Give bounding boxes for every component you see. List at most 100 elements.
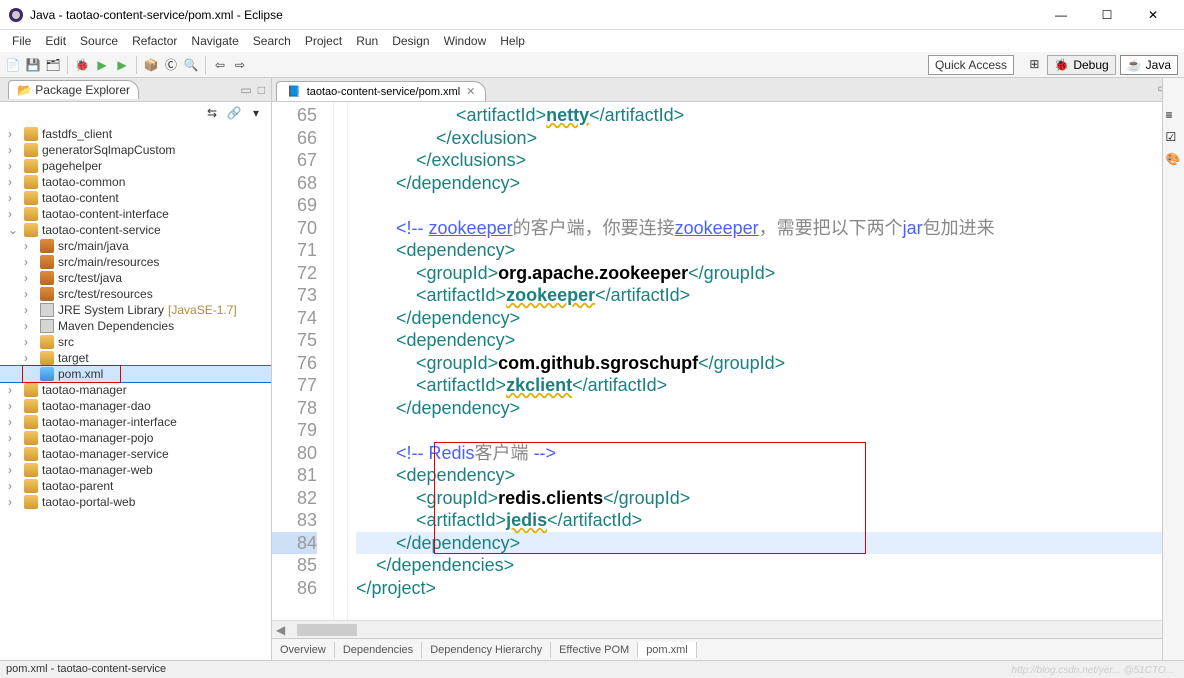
- maximize-button[interactable]: ☐: [1084, 0, 1130, 30]
- expand-icon[interactable]: ›: [24, 255, 36, 269]
- menu-search[interactable]: Search: [247, 32, 297, 50]
- tree-item-taotao-content[interactable]: ›taotao-content: [0, 190, 271, 206]
- bottom-tab-overview[interactable]: Overview: [272, 642, 335, 658]
- expand-icon[interactable]: ›: [24, 351, 36, 365]
- code-line-76[interactable]: <groupId>com.github.sgroschupf</groupId>: [356, 352, 1184, 375]
- menu-design[interactable]: Design: [386, 32, 435, 50]
- tree-item-taotao-content-service[interactable]: ⌄taotao-content-service: [0, 222, 271, 238]
- code-line-77[interactable]: <artifactId>zkclient</artifactId>: [356, 374, 1184, 397]
- menu-navigate[interactable]: Navigate: [185, 32, 244, 50]
- expand-icon[interactable]: ›: [8, 143, 20, 157]
- code-line-65[interactable]: <artifactId>netty</artifactId>: [356, 104, 1184, 127]
- tree-item-maven-dependencies[interactable]: ›Maven Dependencies: [0, 318, 271, 334]
- expand-icon[interactable]: ›: [8, 431, 20, 445]
- code-line-68[interactable]: </dependency>: [356, 172, 1184, 195]
- quick-access-input[interactable]: Quick Access: [928, 55, 1014, 75]
- code-line-85[interactable]: </dependencies>: [356, 554, 1184, 577]
- code-line-82[interactable]: <groupId>redis.clients</groupId>: [356, 487, 1184, 510]
- code-line-83[interactable]: <artifactId>jedis</artifactId>: [356, 509, 1184, 532]
- tree-item-pagehelper[interactable]: ›pagehelper: [0, 158, 271, 174]
- tree-item-taotao-portal-web[interactable]: ›taotao-portal-web: [0, 494, 271, 510]
- saveall-icon[interactable]: 🗂: [44, 56, 62, 74]
- expand-icon[interactable]: ›: [8, 447, 20, 461]
- expand-icon[interactable]: ›: [8, 207, 20, 221]
- horizontal-scrollbar[interactable]: ◀ ▶: [272, 620, 1184, 638]
- menu-window[interactable]: Window: [438, 32, 493, 50]
- expand-icon[interactable]: ›: [24, 271, 36, 285]
- expand-icon[interactable]: ›: [8, 479, 20, 493]
- editor-tab-pom[interactable]: 📘 taotao-content-service/pom.xml ✕: [276, 81, 486, 101]
- code-line-70[interactable]: <!-- zookeeper的客户端，你要连接zookeeper，需要把以下两个…: [356, 217, 1184, 240]
- tree-item-src[interactable]: ›src: [0, 334, 271, 350]
- code-line-81[interactable]: <dependency>: [356, 464, 1184, 487]
- code-line-75[interactable]: <dependency>: [356, 329, 1184, 352]
- menu-run[interactable]: Run: [350, 32, 384, 50]
- java-perspective[interactable]: ☕Java: [1120, 55, 1178, 75]
- expand-icon[interactable]: ›: [8, 463, 20, 477]
- expand-icon[interactable]: ›: [8, 127, 20, 141]
- tree-item-taotao-manager[interactable]: ›taotao-manager: [0, 382, 271, 398]
- collapse-all-icon[interactable]: ⇆: [203, 104, 221, 122]
- new-icon[interactable]: 📄: [4, 56, 22, 74]
- package-explorer-tab[interactable]: 📂 Package Explorer: [8, 80, 139, 99]
- tree-item-taotao-manager-web[interactable]: ›taotao-manager-web: [0, 462, 271, 478]
- forward-icon[interactable]: ⇨: [231, 56, 249, 74]
- expand-icon[interactable]: ›: [24, 335, 36, 349]
- code-line-78[interactable]: </dependency>: [356, 397, 1184, 420]
- expand-icon[interactable]: ›: [8, 383, 20, 397]
- fold-column[interactable]: [334, 102, 348, 620]
- tree-item-taotao-parent[interactable]: ›taotao-parent: [0, 478, 271, 494]
- maximize-icon[interactable]: □: [258, 83, 265, 97]
- minimize-button[interactable]: —: [1038, 0, 1084, 30]
- tree-item-jre-system-library[interactable]: ›JRE System Library [JavaSE-1.7]: [0, 302, 271, 318]
- open-perspective-icon[interactable]: ⊞: [1025, 55, 1043, 73]
- menu-refactor[interactable]: Refactor: [126, 32, 183, 50]
- menu-source[interactable]: Source: [74, 32, 124, 50]
- code-line-72[interactable]: <groupId>org.apache.zookeeper</groupId>: [356, 262, 1184, 285]
- expand-icon[interactable]: ›: [8, 399, 20, 413]
- debug-icon[interactable]: 🐞: [73, 56, 91, 74]
- expand-icon[interactable]: ›: [24, 239, 36, 253]
- open-type-icon[interactable]: 🔍: [182, 56, 200, 74]
- code-area[interactable]: <artifactId>netty</artifactId> </exclusi…: [348, 102, 1184, 620]
- new-class-icon[interactable]: Ⓒ: [162, 56, 180, 74]
- close-tab-icon[interactable]: ✕: [466, 85, 475, 98]
- expand-icon[interactable]: ›: [8, 175, 20, 189]
- bottom-tab-pom.xml[interactable]: pom.xml: [638, 642, 697, 658]
- tree-item-generatorsqlmapcustom[interactable]: ›generatorSqlmapCustom: [0, 142, 271, 158]
- project-tree[interactable]: ›fastdfs_client›generatorSqlmapCustom›pa…: [0, 124, 271, 660]
- code-line-84[interactable]: </dependency>: [356, 532, 1184, 555]
- menu-edit[interactable]: Edit: [39, 32, 72, 50]
- tree-item-taotao-content-interface[interactable]: ›taotao-content-interface: [0, 206, 271, 222]
- code-line-80[interactable]: <!-- Redis客户端 -->: [356, 442, 1184, 465]
- tree-item-taotao-manager-dao[interactable]: ›taotao-manager-dao: [0, 398, 271, 414]
- code-line-66[interactable]: </exclusion>: [356, 127, 1184, 150]
- ext-run-icon[interactable]: ▶: [113, 56, 131, 74]
- tree-item-src-test-resources[interactable]: ›src/test/resources: [0, 286, 271, 302]
- task-list-icon[interactable]: ☑: [1166, 130, 1182, 146]
- close-button[interactable]: ✕: [1130, 0, 1176, 30]
- link-editor-icon[interactable]: 🔗: [225, 104, 243, 122]
- expand-icon[interactable]: ›: [24, 303, 36, 317]
- expand-icon[interactable]: ›: [24, 319, 36, 333]
- expand-icon[interactable]: ›: [8, 415, 20, 429]
- new-pkg-icon[interactable]: 📦: [142, 56, 160, 74]
- save-icon[interactable]: 💾: [24, 56, 42, 74]
- menu-help[interactable]: Help: [494, 32, 531, 50]
- expand-icon[interactable]: ›: [8, 495, 20, 509]
- tree-item-fastdfs-client[interactable]: ›fastdfs_client: [0, 126, 271, 142]
- expand-icon[interactable]: ⌄: [8, 223, 20, 237]
- menu-project[interactable]: Project: [299, 32, 348, 50]
- h-scrollbar-thumb[interactable]: [297, 624, 357, 636]
- tree-item-target[interactable]: ›target: [0, 350, 271, 366]
- code-line-71[interactable]: <dependency>: [356, 239, 1184, 262]
- code-line-67[interactable]: </exclusions>: [356, 149, 1184, 172]
- expand-icon[interactable]: ›: [8, 159, 20, 173]
- expand-icon[interactable]: ›: [8, 191, 20, 205]
- outline-icon[interactable]: ≡: [1166, 108, 1182, 124]
- palette-icon[interactable]: 🎨: [1166, 152, 1182, 168]
- tree-item-taotao-manager-interface[interactable]: ›taotao-manager-interface: [0, 414, 271, 430]
- bottom-tab-dependencies[interactable]: Dependencies: [335, 642, 422, 658]
- menu-file[interactable]: File: [6, 32, 37, 50]
- code-line-73[interactable]: <artifactId>zookeeper</artifactId>: [356, 284, 1184, 307]
